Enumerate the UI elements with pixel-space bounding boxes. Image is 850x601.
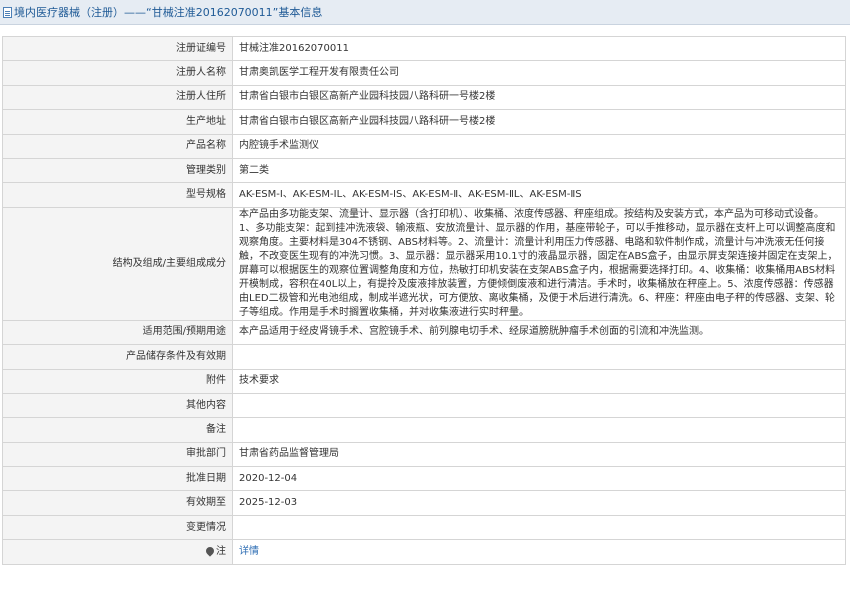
row-value: 本产品适用于经皮肾镜手术、宫腔镜手术、前列腺电切手术、经尿道膀胱肿瘤手术创面的引… <box>232 319 846 346</box>
table-row: 其他内容 <box>2 392 846 419</box>
row-label: 生产地址 <box>2 109 233 135</box>
details-link[interactable]: 详情 <box>239 546 259 557</box>
note-label-cell: 注 <box>2 539 233 565</box>
table-row: 产品名称 内腔镜手术监测仪 <box>2 133 846 159</box>
row-value: 甘肃省白银市白银区高新产业园科技园八路科研一号楼2楼 <box>232 84 846 111</box>
row-value: 技术要求 <box>232 368 846 394</box>
row-value: 第二类 <box>232 157 846 184</box>
table-row: 生产地址 甘肃省白银市白银区高新产业园科技园八路科研一号楼2楼 <box>2 109 846 135</box>
row-label: 批准日期 <box>2 466 233 492</box>
row-value: AK-ESM-Ⅰ、AK-ESM-ⅠL、AK-ESM-ⅠS、AK-ESM-Ⅱ、AK… <box>232 182 846 208</box>
row-value: 甘械注准20162070011 <box>232 35 846 62</box>
page-title: 境内医疗器械（注册）——“甘械注准20162070011”基本信息 <box>14 6 323 19</box>
row-value: 本产品由多功能支架、流量计、显示器（含打印机）、收集桶、浓度传感器、秤座组成。按… <box>232 206 846 321</box>
table-row: 注册证编号 甘械注准20162070011 <box>2 35 846 62</box>
row-label: 有效期至 <box>2 490 233 516</box>
table-row: 有效期至 2025-12-03 <box>2 490 846 516</box>
table-row: 适用范围/预期用途 本产品适用于经皮肾镜手术、宫腔镜手术、前列腺电切手术、经尿道… <box>2 319 846 346</box>
row-label: 适用范围/预期用途 <box>2 319 233 346</box>
info-table: 注册证编号 甘械注准20162070011 注册人名称 甘肃奥凯医学工程开发有限… <box>2 35 846 565</box>
table-row: 批准日期 2020-12-04 <box>2 466 846 492</box>
table-row: 型号规格 AK-ESM-Ⅰ、AK-ESM-ⅠL、AK-ESM-ⅠS、AK-ESM… <box>2 182 846 208</box>
row-label: 注册证编号 <box>2 35 233 62</box>
row-value <box>232 344 846 370</box>
row-label: 产品储存条件及有效期 <box>2 344 233 370</box>
row-label: 管理类别 <box>2 157 233 184</box>
table-row: 结构及组成/主要组成成分 本产品由多功能支架、流量计、显示器（含打印机）、收集桶… <box>2 206 846 321</box>
row-value: 甘肃奥凯医学工程开发有限责任公司 <box>232 60 846 86</box>
note-row: 注 详情 <box>2 539 846 565</box>
pin-icon <box>204 545 216 557</box>
note-value-cell: 详情 <box>232 539 846 565</box>
row-value: 甘肃省白银市白银区高新产业园科技园八路科研一号楼2楼 <box>232 109 846 135</box>
row-label: 审批部门 <box>2 441 233 468</box>
page-header: 境内医疗器械（注册）——“甘械注准20162070011”基本信息 <box>0 0 850 25</box>
row-value: 2020-12-04 <box>232 466 846 492</box>
row-label: 注册人住所 <box>2 84 233 111</box>
row-value: 内腔镜手术监测仪 <box>232 133 846 159</box>
row-value <box>232 514 846 541</box>
row-value <box>232 392 846 419</box>
table-row: 附件 技术要求 <box>2 368 846 394</box>
row-value: 甘肃省药品监督管理局 <box>232 441 846 468</box>
table-row: 备注 <box>2 417 846 443</box>
table-row: 变更情况 <box>2 514 846 541</box>
note-label: 注 <box>216 545 226 557</box>
row-label: 产品名称 <box>2 133 233 159</box>
row-label: 注册人名称 <box>2 60 233 86</box>
row-label: 其他内容 <box>2 392 233 419</box>
table-row: 产品储存条件及有效期 <box>2 344 846 370</box>
table-row: 管理类别 第二类 <box>2 157 846 184</box>
document-icon <box>3 6 12 18</box>
row-label: 变更情况 <box>2 514 233 541</box>
table-row: 注册人住所 甘肃省白银市白银区高新产业园科技园八路科研一号楼2楼 <box>2 84 846 111</box>
row-value <box>232 417 846 443</box>
row-label: 型号规格 <box>2 182 233 208</box>
row-label: 备注 <box>2 417 233 443</box>
row-label: 附件 <box>2 368 233 394</box>
table-row: 审批部门 甘肃省药品监督管理局 <box>2 441 846 468</box>
table-row: 注册人名称 甘肃奥凯医学工程开发有限责任公司 <box>2 60 846 86</box>
row-value: 2025-12-03 <box>232 490 846 516</box>
row-label: 结构及组成/主要组成成分 <box>2 206 233 321</box>
